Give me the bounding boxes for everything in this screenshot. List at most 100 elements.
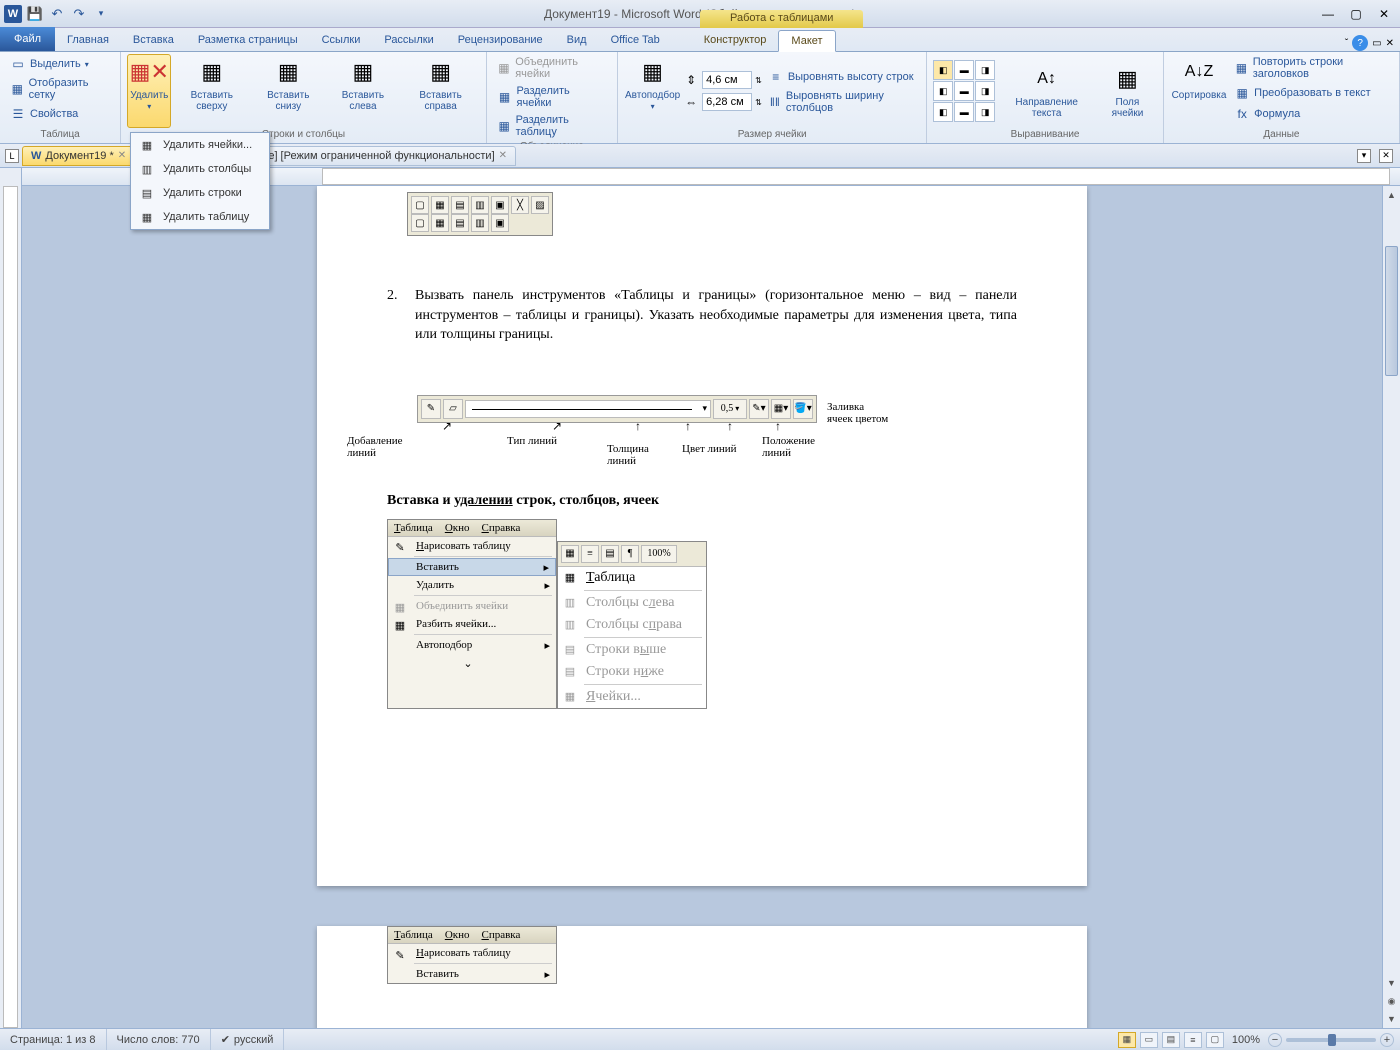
repeat-header-button[interactable]: ▦Повторить строки заголовков — [1230, 54, 1393, 82]
prev-page-icon[interactable]: ◉ — [1383, 992, 1400, 1010]
scroll-thumb[interactable] — [1385, 246, 1398, 376]
ribbon-close-icon[interactable]: ✕ — [1386, 38, 1394, 49]
redo-icon[interactable]: ↷ — [70, 5, 88, 23]
tab-table-layout[interactable]: Макет — [778, 30, 835, 52]
align-bot-left[interactable]: ◧ — [933, 102, 953, 122]
align-bot-right[interactable]: ◨ — [975, 102, 995, 122]
distribute-cols-button[interactable]: ‖‖Выровнять ширину столбцов — [764, 88, 920, 116]
insert-right-button[interactable]: ▦ Вставить справа — [402, 54, 480, 128]
minimize-ribbon-icon[interactable]: ˇ — [1345, 38, 1348, 49]
row-height-input[interactable]: ⇕⇅ — [683, 71, 762, 89]
tab-review[interactable]: Рецензирование — [446, 29, 555, 51]
insert-above-button[interactable]: ▦ Вставить сверху — [173, 54, 250, 128]
pencil-icon: ✎ — [392, 947, 408, 963]
border-btn: ▤ — [451, 214, 469, 232]
cell-margins-button[interactable]: ▦ Поля ячейки — [1098, 61, 1157, 121]
view-full-reading[interactable]: ▭ — [1140, 1032, 1158, 1048]
ribbon-options-icon[interactable]: ▭ — [1372, 38, 1381, 49]
select-button[interactable]: ▭Выделить▾ — [6, 54, 114, 74]
align-top-right[interactable]: ◨ — [975, 60, 995, 80]
tab-page-layout[interactable]: Разметка страницы — [186, 29, 310, 51]
delete-button[interactable]: ▦✕ Удалить▾ — [127, 54, 171, 128]
tab-table-design[interactable]: Конструктор — [692, 29, 779, 51]
undo-icon[interactable]: ↶ — [48, 5, 66, 23]
document-area[interactable]: ▢▦▤▥▣╳▨ ▢▦▤▥▣ 2. Вызвать панель инструме… — [22, 186, 1382, 1028]
tab-home[interactable]: Главная — [55, 29, 121, 51]
align-mid-left[interactable]: ◧ — [933, 81, 953, 101]
tab-office-tab[interactable]: Office Tab — [599, 29, 672, 51]
vertical-scrollbar[interactable]: ▲ ▼ ◉ ▼ — [1382, 186, 1400, 1028]
insert-left-button[interactable]: ▦ Вставить слева — [326, 54, 399, 128]
split-table-icon: ▦ — [497, 118, 512, 134]
formula-button[interactable]: fxФормула — [1230, 104, 1393, 124]
delete-cells-item[interactable]: ▦Удалить ячейки... — [131, 133, 269, 157]
tab-list-button[interactable]: L — [5, 149, 19, 163]
tab-file[interactable]: Файл — [0, 27, 55, 51]
align-bot-center[interactable]: ▬ — [954, 102, 974, 122]
minimize-button[interactable]: — — [1316, 5, 1340, 23]
close-tab-icon[interactable]: ✕ — [499, 150, 507, 161]
gridlines-button[interactable]: ▦Отобразить сетку — [6, 75, 114, 103]
insert-below-button[interactable]: ▦ Вставить снизу — [252, 54, 324, 128]
close-button[interactable]: ✕ — [1372, 5, 1396, 23]
tab-insert[interactable]: Вставка — [121, 29, 186, 51]
maximize-button[interactable]: ▢ — [1344, 5, 1368, 23]
spinner-icon[interactable]: ⇅ — [755, 76, 762, 85]
doctabs-close-icon[interactable]: ✕ — [1379, 149, 1393, 163]
sort-icon: A↓Z — [1183, 56, 1215, 88]
align-top-left[interactable]: ◧ — [933, 60, 953, 80]
convert-text-button[interactable]: ▦Преобразовать в текст — [1230, 83, 1393, 103]
convert-icon: ▦ — [1234, 85, 1250, 101]
properties-button[interactable]: ☰Свойства — [6, 104, 114, 124]
next-page-icon[interactable]: ▼ — [1383, 1010, 1400, 1028]
align-mid-right[interactable]: ◨ — [975, 81, 995, 101]
height-icon: ⇕ — [683, 72, 699, 88]
table-icon: ▦ — [139, 209, 155, 225]
tab-view[interactable]: Вид — [555, 29, 599, 51]
border-btn: ▨ — [531, 196, 549, 214]
zoom-out-button[interactable]: − — [1268, 1033, 1282, 1047]
scroll-down-arrow[interactable]: ▼ — [1383, 974, 1400, 992]
status-language[interactable]: ✔русский — [211, 1029, 285, 1050]
close-tab-icon[interactable]: ✕ — [118, 150, 126, 161]
help-icon[interactable]: ? — [1352, 35, 1368, 51]
view-print-layout[interactable]: ▦ — [1118, 1032, 1136, 1048]
view-outline[interactable]: ≡ — [1184, 1032, 1202, 1048]
align-mid-center[interactable]: ▬ — [954, 81, 974, 101]
spinner-icon[interactable]: ⇅ — [755, 98, 762, 107]
delete-rows-item[interactable]: ▤Удалить строки — [131, 181, 269, 205]
doc-tab-active[interactable]: W Документ19 * ✕ — [22, 146, 135, 166]
status-page[interactable]: Страница: 1 из 8 — [0, 1029, 107, 1050]
split-table-button[interactable]: ▦Разделить таблицу — [493, 112, 611, 140]
mi-split: ▦Разбить ячейки... — [388, 615, 556, 633]
zoom-slider[interactable] — [1286, 1038, 1376, 1042]
align-top-center[interactable]: ▬ — [954, 60, 974, 80]
status-words[interactable]: Число слов: 770 — [107, 1029, 211, 1050]
text-direction-button[interactable]: A↕ Направление текста — [1001, 61, 1092, 121]
delete-table-item[interactable]: ▦Удалить таблицу — [131, 205, 269, 229]
doctabs-menu-icon[interactable]: ▾ — [1357, 149, 1371, 163]
qat-dropdown-icon[interactable]: ▾ — [92, 5, 110, 23]
zoom-percent[interactable]: 100% — [1232, 1034, 1260, 1046]
col-width-input[interactable]: ⇔⇅ — [683, 93, 762, 111]
scroll-up-arrow[interactable]: ▲ — [1383, 186, 1400, 204]
mi-insert: Вставить▸ — [388, 965, 556, 983]
autofit-button[interactable]: ▦ Автоподбор▾ — [624, 54, 681, 128]
split-cells-button[interactable]: ▦Разделить ячейки — [493, 83, 611, 111]
tab-references[interactable]: Ссылки — [310, 29, 373, 51]
border-btn: ▦ — [431, 196, 449, 214]
view-draft[interactable]: ▢ — [1206, 1032, 1224, 1048]
merge-cells-button[interactable]: ▦Объединить ячейки — [493, 54, 611, 82]
zoom-in-button[interactable]: + — [1380, 1033, 1394, 1047]
zoom-slider-thumb[interactable] — [1328, 1034, 1336, 1046]
tab-mailings[interactable]: Рассылки — [372, 29, 445, 51]
save-icon[interactable]: 💾 — [26, 5, 44, 23]
pen-color-icon: ✎▾ — [749, 399, 769, 419]
border-pos-icon: ▦▾ — [771, 399, 791, 419]
insert-below-icon: ▦ — [272, 56, 304, 88]
alignment-grid[interactable]: ◧▬◨ ◧▬◨ ◧▬◨ — [933, 60, 995, 122]
view-web[interactable]: ▤ — [1162, 1032, 1180, 1048]
sort-button[interactable]: A↓Z Сортировка — [1170, 54, 1228, 128]
distribute-rows-button[interactable]: ≡Выровнять высоту строк — [764, 67, 920, 87]
delete-columns-item[interactable]: ▥Удалить столбцы — [131, 157, 269, 181]
